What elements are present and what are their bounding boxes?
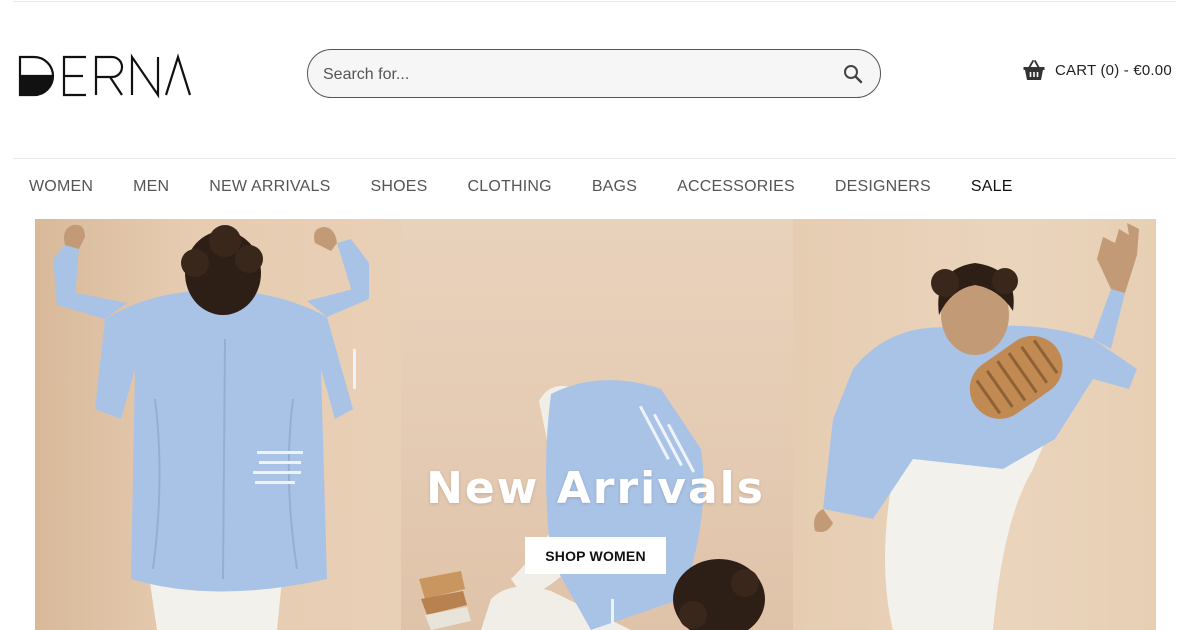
derna-logo[interactable] (16, 52, 192, 100)
nav-item-sale[interactable]: SALE (971, 178, 1013, 196)
cart-link[interactable]: CART (0) - €0.00 (1022, 56, 1172, 84)
hero-image-left (35, 219, 401, 630)
nav-item-new-arrivals[interactable]: NEW ARRIVALS (209, 178, 330, 196)
nav-item-accessories[interactable]: ACCESSORIES (677, 178, 795, 196)
search-bar (307, 49, 881, 99)
nav-item-women[interactable]: WOMEN (29, 178, 93, 196)
nav-item-designers[interactable]: DESIGNERS (835, 178, 931, 196)
shop-women-button[interactable]: SHOP WOMEN (525, 537, 666, 574)
nav-item-clothing[interactable]: CLOTHING (468, 178, 552, 196)
cart-label: CART (0) - €0.00 (1055, 61, 1172, 79)
basket-icon (1023, 60, 1045, 80)
nav-item-bags[interactable]: BAGS (592, 178, 637, 196)
nav-item-men[interactable]: MEN (133, 178, 169, 196)
hero-banner[interactable]: New Arrivals SHOP WOMEN (35, 219, 1156, 630)
hero-title: New Arrivals (426, 463, 765, 514)
hero-image-right (793, 219, 1156, 630)
search-input[interactable] (321, 50, 825, 99)
main-nav: WOMEN MEN NEW ARRIVALS SHOES CLOTHING BA… (29, 176, 1053, 198)
nav-item-shoes[interactable]: SHOES (371, 178, 428, 196)
nav-divider (14, 158, 1176, 159)
top-divider (14, 1, 1176, 2)
search-icon[interactable] (842, 63, 864, 85)
